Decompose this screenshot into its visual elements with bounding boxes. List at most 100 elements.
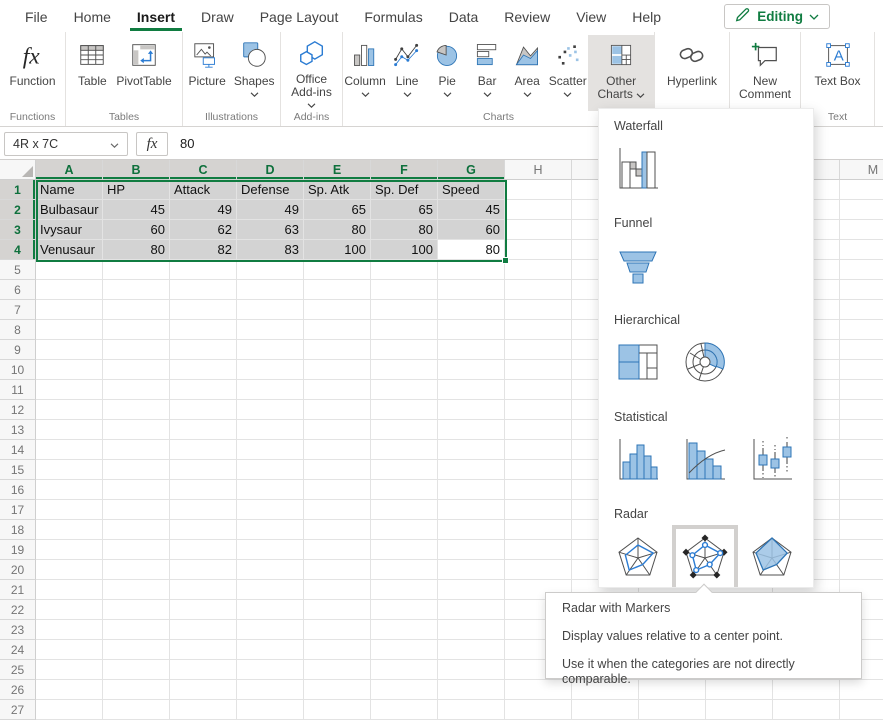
column-header-d[interactable]: D (237, 160, 304, 180)
row-header-2[interactable]: 2 (0, 200, 36, 220)
chart-type-waterfall[interactable] (614, 146, 662, 194)
row-header-20[interactable]: 20 (0, 560, 36, 580)
chart-type-box-whisker[interactable] (748, 437, 796, 485)
menu-tab-file[interactable]: File (18, 2, 55, 31)
ribbon-button-shapes[interactable]: Shapes (230, 35, 279, 107)
fx-button[interactable]: fx (136, 132, 168, 156)
column-header-a[interactable]: A (36, 160, 103, 180)
menu-tab-formulas[interactable]: Formulas (357, 2, 429, 31)
ribbon-button-line[interactable]: Line (387, 35, 427, 107)
row-header-1[interactable]: 1 (0, 180, 36, 200)
cell-f1[interactable]: Sp. Def (371, 180, 438, 200)
cell-f2[interactable]: 65 (371, 200, 438, 220)
cell-f4[interactable]: 100 (371, 240, 438, 260)
chart-type-funnel[interactable] (614, 243, 662, 291)
ribbon-button-column[interactable]: Column (343, 35, 387, 107)
cell-e3[interactable]: 80 (304, 220, 371, 240)
cell-e4[interactable]: 100 (304, 240, 371, 260)
cell-a4[interactable]: Venusaur (36, 240, 103, 260)
menu-tab-draw[interactable]: Draw (194, 2, 241, 31)
cell-b1[interactable]: HP (103, 180, 170, 200)
cell-a3[interactable]: Ivysaur (36, 220, 103, 240)
cell-b2[interactable]: 45 (103, 200, 170, 220)
ribbon-button-function[interactable]: fxFunction (5, 35, 59, 107)
column-header-b[interactable]: B (103, 160, 170, 180)
ribbon-button-table[interactable]: Table (72, 35, 112, 107)
cell-a1[interactable]: Name (36, 180, 103, 200)
row-header-17[interactable]: 17 (0, 500, 36, 520)
cell-c4[interactable]: 82 (170, 240, 237, 260)
row-header-26[interactable]: 26 (0, 680, 36, 700)
cell-e2[interactable]: 65 (304, 200, 371, 220)
chart-type-sunburst[interactable] (681, 340, 729, 388)
row-header-3[interactable]: 3 (0, 220, 36, 240)
ribbon-button-new-comment[interactable]: New Comment (730, 35, 800, 107)
row-header-19[interactable]: 19 (0, 540, 36, 560)
ribbon-button-scatter[interactable]: Scatter (547, 35, 588, 107)
row-header-27[interactable]: 27 (0, 700, 36, 720)
chart-type-pareto[interactable] (681, 437, 729, 485)
cell-a2[interactable]: Bulbasaur (36, 200, 103, 220)
ribbon-button-other-charts[interactable]: Other Charts (588, 35, 654, 111)
chart-type-treemap[interactable] (614, 340, 662, 388)
row-header-24[interactable]: 24 (0, 640, 36, 660)
cell-d1[interactable]: Defense (237, 180, 304, 200)
name-box[interactable]: 4R x 7C (4, 132, 128, 156)
row-header-16[interactable]: 16 (0, 480, 36, 500)
ribbon-button-picture[interactable]: Picture (184, 35, 229, 107)
menu-tab-insert[interactable]: Insert (130, 2, 182, 31)
cell-d4[interactable]: 83 (237, 240, 304, 260)
row-header-23[interactable]: 23 (0, 620, 36, 640)
cell-c2[interactable]: 49 (170, 200, 237, 220)
row-header-9[interactable]: 9 (0, 340, 36, 360)
cell-e1[interactable]: Sp. Atk (304, 180, 371, 200)
select-all-corner[interactable] (0, 160, 36, 180)
column-header-f[interactable]: F (371, 160, 438, 180)
row-header-21[interactable]: 21 (0, 580, 36, 600)
menu-tab-page-layout[interactable]: Page Layout (253, 2, 346, 31)
column-header-h[interactable]: H (505, 160, 572, 180)
column-header-c[interactable]: C (170, 160, 237, 180)
cell-g4[interactable]: 80 (438, 240, 505, 260)
cell-c3[interactable]: 62 (170, 220, 237, 240)
column-header-g[interactable]: G (438, 160, 505, 180)
cell-d2[interactable]: 49 (237, 200, 304, 220)
selection-fill-handle[interactable] (502, 257, 509, 264)
row-header-15[interactable]: 15 (0, 460, 36, 480)
ribbon-button-area[interactable]: Area (507, 35, 547, 107)
formula-input[interactable]: 80 (180, 132, 194, 156)
column-header-m[interactable]: M (840, 160, 883, 180)
cell-c1[interactable]: Attack (170, 180, 237, 200)
row-header-25[interactable]: 25 (0, 660, 36, 680)
ribbon-button-hyperlink[interactable]: Hyperlink (663, 35, 721, 107)
editing-mode-button[interactable]: Editing (724, 4, 830, 29)
ribbon-button-pivottable[interactable]: PivotTable (112, 35, 175, 107)
cell-g2[interactable]: 45 (438, 200, 505, 220)
chart-type-radar-with-markers[interactable] (681, 534, 729, 582)
cell-f3[interactable]: 80 (371, 220, 438, 240)
menu-tab-home[interactable]: Home (67, 2, 118, 31)
row-header-12[interactable]: 12 (0, 400, 36, 420)
ribbon-button-office-add-ins[interactable]: Office Add-ins (281, 35, 342, 107)
row-header-14[interactable]: 14 (0, 440, 36, 460)
chart-type-radar[interactable] (614, 534, 662, 582)
chevron-down-icon[interactable] (110, 137, 119, 151)
cell-d3[interactable]: 63 (237, 220, 304, 240)
row-header-7[interactable]: 7 (0, 300, 36, 320)
cell-g3[interactable]: 60 (438, 220, 505, 240)
row-header-8[interactable]: 8 (0, 320, 36, 340)
row-header-13[interactable]: 13 (0, 420, 36, 440)
ribbon-button-text-box[interactable]: AText Box (810, 35, 864, 107)
chart-type-histogram[interactable] (614, 437, 662, 485)
menu-tab-data[interactable]: Data (442, 2, 486, 31)
column-header-e[interactable]: E (304, 160, 371, 180)
menu-tab-view[interactable]: View (569, 2, 613, 31)
row-header-5[interactable]: 5 (0, 260, 36, 280)
chart-type-filled-radar[interactable] (748, 534, 796, 582)
row-header-11[interactable]: 11 (0, 380, 36, 400)
menu-tab-help[interactable]: Help (625, 2, 668, 31)
row-header-10[interactable]: 10 (0, 360, 36, 380)
row-header-4[interactable]: 4 (0, 240, 36, 260)
cell-g1[interactable]: Speed (438, 180, 505, 200)
row-header-6[interactable]: 6 (0, 280, 36, 300)
